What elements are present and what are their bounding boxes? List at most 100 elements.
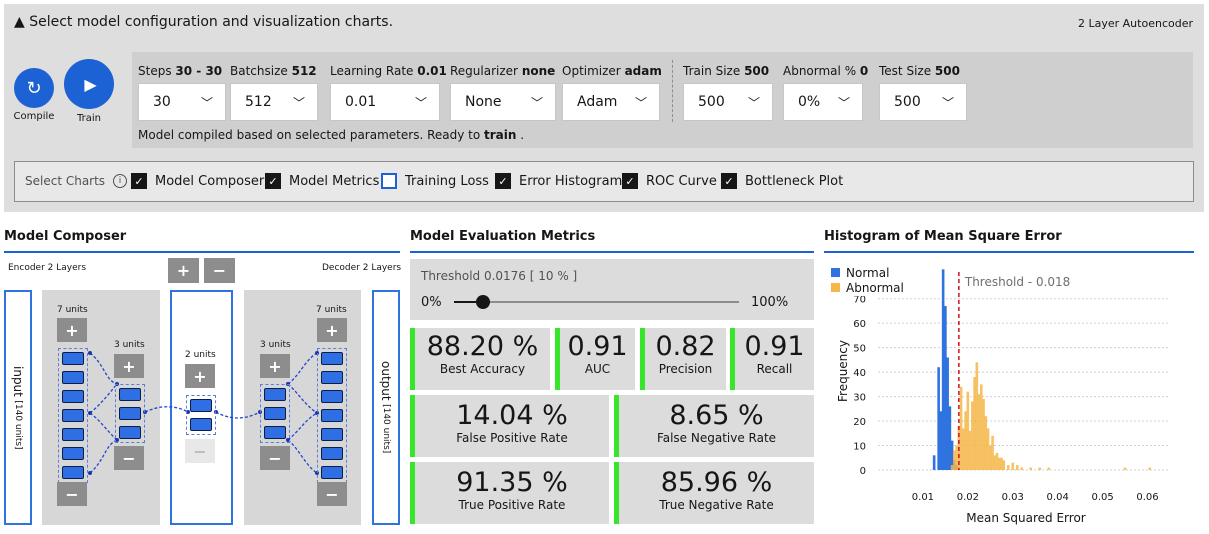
select-value: Adam	[577, 94, 618, 110]
remove-unit-button[interactable]: −	[57, 482, 87, 506]
abnormal-bar	[955, 445, 958, 470]
param-select-4[interactable]: Adam ﹀	[562, 83, 660, 121]
abnormal-bar	[1002, 460, 1006, 470]
remove-unit-button[interactable]: −	[114, 446, 144, 470]
bottleneck-units-label: 2 units	[185, 350, 216, 360]
chart-checkbox-5[interactable]: ✓ Bottleneck Plot	[721, 173, 843, 189]
param-name: Abnormal %	[783, 64, 857, 78]
add-unit-button[interactable]: +	[317, 318, 347, 342]
abnormal-bar	[1123, 467, 1127, 470]
abnormal-bar	[968, 430, 972, 470]
remove-unit-button[interactable]: −	[317, 482, 347, 506]
param-select-5[interactable]: 500 ﹀	[683, 83, 773, 121]
slider-max-label: 100%	[751, 295, 789, 310]
remove-unit-button[interactable]: −	[260, 446, 290, 470]
abnormal-bar	[991, 435, 994, 470]
y-tick-label: 70	[853, 295, 866, 306]
minus-icon: −	[325, 484, 339, 504]
abnormal-bar	[1011, 462, 1015, 470]
param-select-6[interactable]: 0% ﹀	[783, 83, 863, 121]
abnormal-bar	[1148, 467, 1152, 470]
checkbox-icon: ✓	[622, 173, 638, 189]
abnormal-bar	[995, 452, 999, 470]
threshold-slider-track[interactable]	[454, 301, 739, 303]
metric-label: Recall	[756, 362, 793, 376]
threshold-slider-handle[interactable]	[475, 295, 490, 309]
param-value: 500	[934, 64, 960, 78]
x-tick-label: 0.01	[912, 492, 934, 503]
chevron-down-icon: ﹀	[634, 96, 647, 110]
divider	[672, 60, 673, 122]
chart-checkbox-4[interactable]: ✓ ROC Curve	[622, 173, 717, 189]
metric-value: 0.91	[567, 331, 628, 362]
select-value: 0.01	[345, 94, 377, 110]
y-tick-label: 30	[853, 393, 866, 404]
chevron-down-icon: ﹀	[747, 96, 760, 110]
dec1-unit	[264, 426, 286, 439]
legend-swatch	[831, 283, 840, 292]
plus-icon: +	[65, 320, 79, 340]
add-unit-button[interactable]: +	[114, 354, 144, 378]
abnormal-bar	[975, 362, 979, 470]
param-select-7[interactable]: 500 ﹀	[879, 83, 967, 121]
y-axis-label: Frequency	[836, 340, 850, 402]
bottleneck-unit	[190, 418, 212, 431]
add-unit-button[interactable]: +	[57, 318, 87, 342]
threshold-label: Threshold - 0.018	[964, 275, 1070, 289]
minus-icon: −	[122, 448, 136, 468]
threshold-label: Threshold 0.0176 [ 10 % ]	[421, 269, 578, 283]
normal-bar	[948, 406, 952, 470]
abnormal-bar	[964, 411, 967, 470]
plus-icon: +	[193, 366, 207, 386]
chart-checkbox-3[interactable]: ✓ Error Histogram	[495, 173, 622, 189]
abnormal-bar	[950, 465, 954, 470]
x-tick-label: 0.06	[1136, 492, 1158, 503]
metric-card-4: 14.04 % False Positive Rate	[410, 395, 609, 457]
param-select-1[interactable]: 512 ﹀	[230, 83, 318, 121]
param-select-3[interactable]: None ﹀	[450, 83, 556, 121]
param-select-0[interactable]: 30 ﹀	[138, 83, 226, 121]
enc1-unit	[62, 352, 84, 365]
param-value: 0	[859, 64, 869, 78]
metric-label: True Negative Rate	[659, 498, 774, 512]
param-value: 0.01	[417, 64, 447, 78]
param-name: Batchsize	[230, 64, 288, 78]
metric-card-1: 0.91 AUC	[555, 328, 635, 390]
dec1-unit	[264, 407, 286, 420]
dec1-units-label: 3 units	[260, 340, 291, 350]
abnormal-bar	[1020, 467, 1024, 470]
dec2-unit	[321, 371, 343, 384]
param-name: Steps	[138, 64, 172, 78]
model-name: 2 Layer Autoencoder	[1078, 17, 1193, 30]
param-value: 500	[744, 64, 770, 78]
param-select-2[interactable]: 0.01 ﹀	[330, 83, 440, 121]
metric-card-6: 91.35 % True Positive Rate	[410, 462, 609, 524]
enc1-unit	[62, 428, 84, 441]
dec2-unit	[321, 466, 343, 479]
select-value: 512	[245, 94, 272, 110]
dec2-unit	[321, 409, 343, 422]
y-tick-label: 40	[853, 368, 866, 379]
abnormal-bar	[980, 384, 983, 470]
select-value: 500	[698, 94, 725, 110]
metric-card-7: 85.96 % True Negative Rate	[614, 462, 814, 524]
abnormal-bar	[1047, 467, 1051, 470]
plus-icon: +	[122, 356, 136, 376]
minus-icon: −	[65, 484, 79, 504]
dec2-units-label: 7 units	[316, 305, 347, 315]
param-label-5: Train Size 500	[683, 64, 769, 78]
add-unit-button[interactable]: +	[260, 354, 290, 378]
param-name: Test Size	[879, 64, 932, 78]
enc1-unit	[62, 371, 84, 384]
param-label-6: Abnormal % 0	[783, 64, 868, 78]
metric-label: False Positive Rate	[456, 431, 568, 445]
chevron-down-icon: ﹀	[837, 96, 850, 110]
chart-checkbox-label: ROC Curve	[646, 173, 717, 189]
add-unit-button[interactable]: +	[185, 364, 215, 388]
param-label-2: Learning Rate 0.01	[330, 64, 447, 78]
param-label-3: Regularizer none	[450, 64, 555, 78]
param-name: Train Size	[683, 64, 741, 78]
status-action: train	[484, 128, 517, 142]
dec2-unit	[321, 390, 343, 403]
metric-label: True Positive Rate	[458, 498, 566, 512]
